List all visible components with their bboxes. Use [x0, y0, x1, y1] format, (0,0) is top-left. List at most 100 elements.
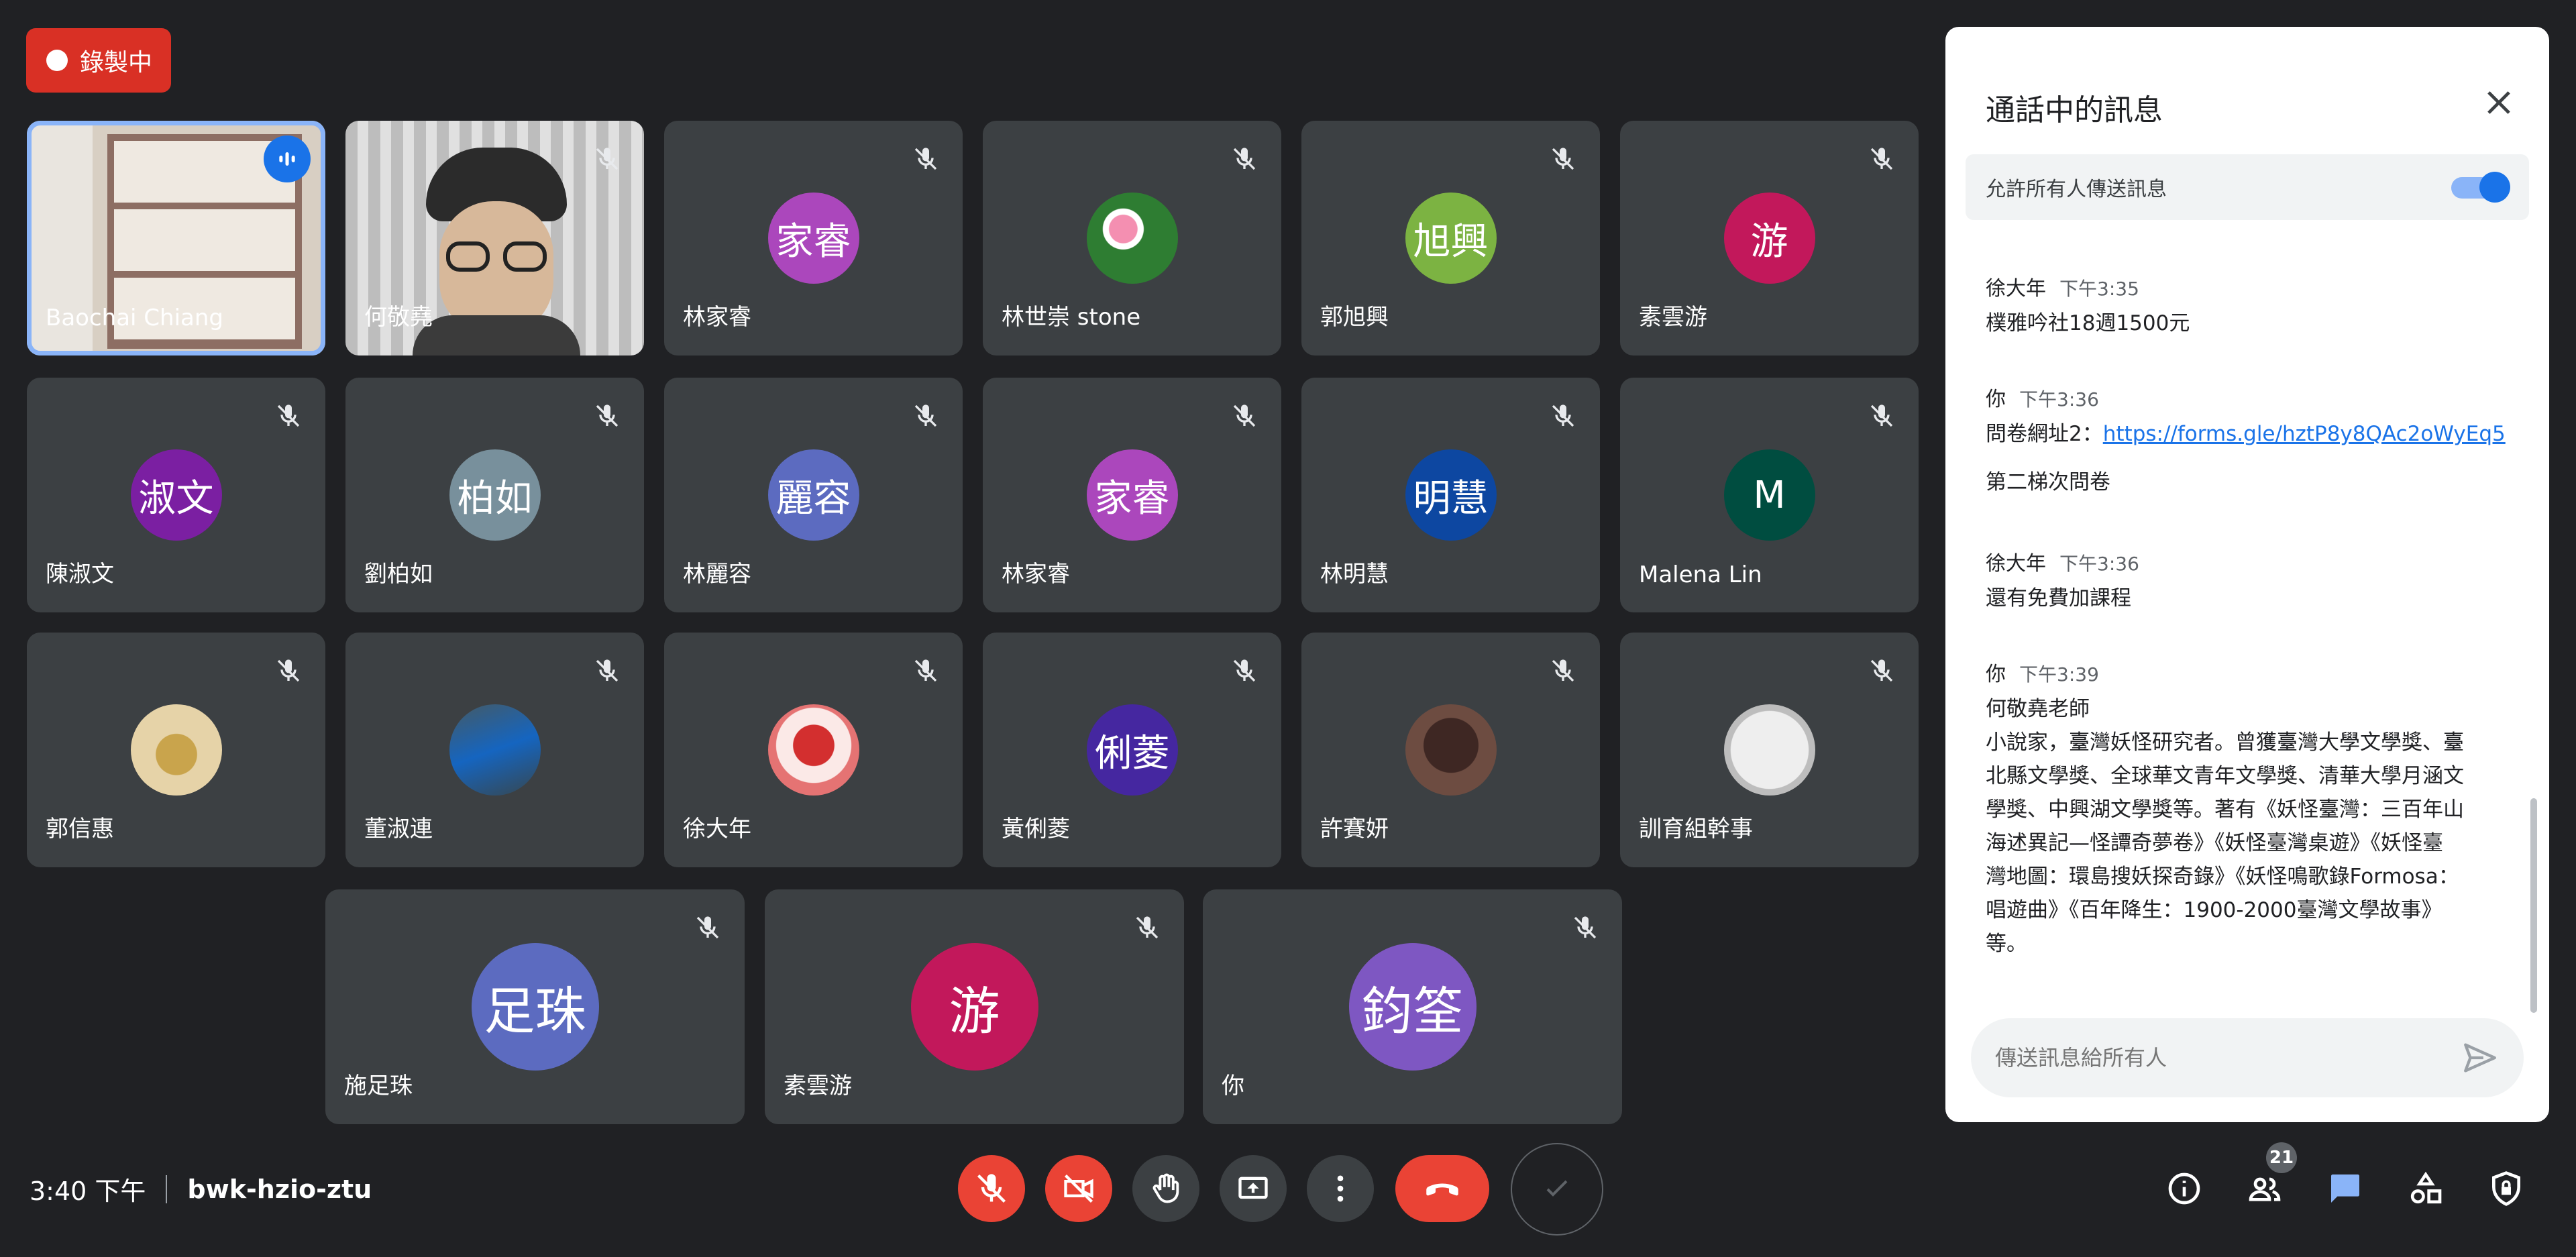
participant-avatar: 足珠: [471, 943, 599, 1071]
participant-tile[interactable]: 足珠施足珠: [325, 889, 745, 1124]
message-text: 還有免費加課程: [1986, 586, 2131, 610]
participant-name: 林家睿: [683, 304, 751, 331]
avatar-initials: 旭興: [1413, 219, 1489, 264]
chat-composer: [1971, 1018, 2524, 1097]
muted-mic-icon: [906, 396, 945, 435]
meeting-info: 3:40 下午 bwk-hzio-ztu: [30, 1170, 372, 1207]
recording-label: 錄製中: [80, 49, 153, 76]
chat-message: 徐大年 下午3:36 還有免費加課程: [1986, 547, 2509, 615]
participant-tile[interactable]: 何敬堯: [345, 121, 644, 356]
participant-tile[interactable]: 明慧林明慧: [1301, 378, 1600, 612]
participant-avatar: 淑文: [130, 449, 222, 541]
message-text: 唱遊曲》《百年降生：1900-2000臺灣文學故事》: [1986, 898, 2443, 922]
more-options-button[interactable]: [1307, 1155, 1374, 1222]
mic-toggle-button[interactable]: [958, 1155, 1025, 1222]
participant-tile[interactable]: 俐菱 黃俐菱: [983, 633, 1281, 867]
muted-mic-icon: [269, 651, 308, 690]
participant-video: [413, 148, 580, 356]
participant-tile[interactable]: 董淑連: [345, 633, 644, 867]
chat-panel-title: 通話中的訊息: [1986, 93, 2163, 127]
meeting-code: bwk-hzio-ztu: [187, 1174, 372, 1204]
participant-name: 林麗容: [683, 561, 751, 588]
more-vert-icon: [1337, 1175, 1344, 1202]
participant-avatar: [1405, 704, 1497, 796]
host-controls-button[interactable]: [2479, 1162, 2533, 1215]
camera-off-icon: [1064, 1174, 1093, 1203]
message-text: 問卷網址2：: [1986, 422, 2103, 446]
participant-tile[interactable]: 游素雲游: [765, 889, 1184, 1124]
recording-badge[interactable]: 錄製中: [26, 28, 171, 93]
participant-tile[interactable]: 麗容 林麗容: [664, 378, 963, 612]
avatar-initials: 家睿: [1094, 476, 1170, 521]
chat-message: 徐大年 下午3:35 樸雅吟社18週1500元: [1986, 272, 2509, 340]
close-icon: [2487, 91, 2510, 114]
participant-tile[interactable]: Baochai Chiang: [27, 121, 325, 356]
participant-tile[interactable]: 郭信惠: [27, 633, 325, 867]
meeting-details-button[interactable]: [2157, 1162, 2211, 1215]
message-text: 灣地圖：環島搜妖探奇錄》《妖怪鳴歌錄Formosa：: [1986, 865, 2459, 889]
close-panel-button[interactable]: [2475, 79, 2522, 126]
message-text: 小說家，臺灣妖怪研究者。曾獲臺灣大學文學獎、臺: [1986, 730, 2464, 755]
muted-mic-icon: [1862, 396, 1901, 435]
participant-avatar: 旭興: [1405, 193, 1497, 284]
participant-tile[interactable]: 柏如 劉柏如: [345, 378, 644, 612]
participant-tile[interactable]: 徐大年: [664, 633, 963, 867]
participant-avatar: 俐菱: [1086, 704, 1178, 796]
chat-scrollbar[interactable]: [2530, 798, 2537, 1013]
participant-avatar: [1086, 193, 1178, 284]
muted-mic-icon: [688, 908, 727, 947]
muted-mic-icon: [1225, 140, 1264, 178]
chat-button[interactable]: [2318, 1162, 2372, 1215]
reaction-check-button[interactable]: [1511, 1143, 1603, 1236]
message-text: 北縣文學獎、全球華文青年文學獎、清華大學月涵文: [1986, 764, 2464, 788]
participant-tile[interactable]: 許賽妍: [1301, 633, 1600, 867]
send-icon[interactable]: [2461, 1038, 2500, 1077]
info-icon: [2168, 1172, 2200, 1205]
participant-avatar: 明慧: [1405, 449, 1497, 541]
people-icon: [2249, 1177, 2281, 1201]
avatar-initials: 明慧: [1413, 476, 1489, 521]
message-time: 下午3:35: [2059, 278, 2139, 300]
message-time: 下午3:39: [2019, 663, 2099, 686]
camera-toggle-button[interactable]: [1045, 1155, 1112, 1222]
participant-tile[interactable]: 鈞筌你: [1203, 889, 1622, 1124]
participant-tile[interactable]: M Malena Lin: [1620, 378, 1919, 612]
avatar-initials: M: [1753, 473, 1786, 517]
raise-hand-button[interactable]: [1132, 1155, 1199, 1222]
participant-name: 董淑連: [364, 816, 433, 842]
form-link[interactable]: https://forms.gle/hztP8y8QAc2oWyEq5: [2103, 422, 2506, 446]
message-time: 下午3:36: [2019, 388, 2099, 411]
participant-tile[interactable]: 旭興郭旭興: [1301, 121, 1600, 356]
participant-avatar: [767, 704, 859, 796]
participant-name: 郭旭興: [1320, 304, 1389, 331]
meeting-time: 3:40 下午: [30, 1177, 146, 1206]
participant-name: 徐大年: [683, 816, 751, 842]
participant-tile[interactable]: 訓育組幹事: [1620, 633, 1919, 867]
allow-messages-toggle[interactable]: [2451, 172, 2510, 203]
muted-mic-icon: [1544, 140, 1582, 178]
participant-tile[interactable]: 家睿 林家睿: [983, 378, 1281, 612]
participant-tile[interactable]: 家睿 林家睿: [664, 121, 963, 356]
chat-input[interactable]: [1995, 1045, 2465, 1071]
participant-tile[interactable]: 游素雲游: [1620, 121, 1919, 356]
participant-name: 劉柏如: [364, 561, 433, 588]
participant-name: 施足珠: [344, 1073, 413, 1099]
check-icon: [1546, 1180, 1568, 1197]
message-time: 下午3:36: [2059, 553, 2139, 575]
muted-mic-icon: [1225, 651, 1264, 690]
participant-avatar: 麗容: [767, 449, 859, 541]
muted-mic-icon: [1544, 651, 1582, 690]
leave-call-button[interactable]: [1395, 1155, 1489, 1222]
present-screen-button[interactable]: [1220, 1155, 1287, 1222]
avatar-initials: 游: [949, 981, 1000, 1041]
participant-avatar: M: [1723, 449, 1815, 541]
participant-tile[interactable]: 林世崇 stone: [983, 121, 1281, 356]
participant-name: 林明慧: [1320, 561, 1389, 588]
message-text: 何敬堯老師: [1986, 697, 2090, 721]
participant-tile[interactable]: 淑文 陳淑文: [27, 378, 325, 612]
activities-button[interactable]: [2399, 1162, 2453, 1215]
message-text: 等。: [1986, 932, 2027, 956]
chat-icon: [2331, 1174, 2359, 1203]
participant-count-badge: 21: [2266, 1142, 2297, 1173]
participant-name: 許賽妍: [1320, 816, 1389, 842]
